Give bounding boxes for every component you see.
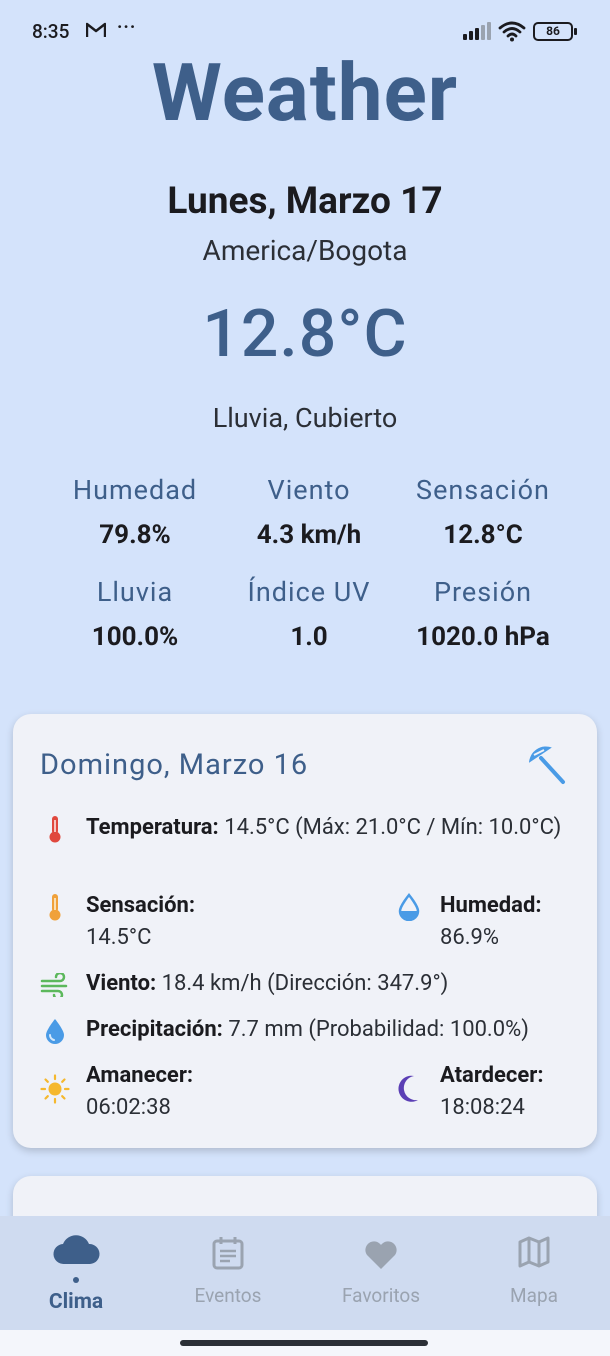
- row-sunrise: Amanecer: 06:02:38: [40, 1060, 340, 1124]
- row-sunset: Atardecer: 18:08:24: [394, 1060, 574, 1124]
- water-drop-icon: [40, 1016, 70, 1046]
- sun-icon: [40, 1074, 70, 1104]
- stat-value: 12.8°C: [443, 520, 523, 550]
- row-wind: Viento: 18.4 km/h (Dirección: 347.9°): [40, 968, 580, 1002]
- nav-label: Clima: [48, 1290, 104, 1314]
- weather-description: Lluvia, Cubierto: [212, 402, 398, 434]
- home-gesture-bar[interactable]: [180, 1340, 428, 1346]
- stat-pressure: Presión 1020.0 hPa: [396, 576, 570, 652]
- signal-icon: [463, 22, 491, 44]
- sunrise-label: Amanecer:: [86, 1063, 194, 1088]
- battery-icon: 86: [533, 22, 577, 41]
- nav-item-favoritos[interactable]: Favoritos: [305, 1216, 457, 1330]
- precipitation-label: Precipitación:: [86, 1017, 223, 1042]
- umbrella-beach-icon: [525, 744, 567, 790]
- stat-value: 1.0: [290, 622, 328, 652]
- stat-label: Presión: [433, 576, 533, 608]
- row-temperature: Temperatura: 14.5°C (Máx: 21.0°C / Mín: …: [40, 812, 580, 876]
- sunrise-value: 06:02:38: [86, 1095, 171, 1120]
- timezone: America/Bogota: [202, 234, 408, 267]
- moon-icon: [394, 1074, 424, 1104]
- current-temperature: 12.8°C: [202, 296, 408, 373]
- precipitation-value: 7.7 mm (Probabilidad: 100.0%): [228, 1017, 529, 1042]
- thermometer-icon: [40, 892, 70, 922]
- heart-icon: [364, 1240, 398, 1274]
- stat-value: 100.0%: [91, 622, 179, 652]
- stat-feels-like: Sensación 12.8°C: [396, 474, 570, 550]
- forecast-card[interactable]: Domingo, Marzo 16 Temperatura: 14.5°C (M…: [13, 714, 597, 1148]
- app-title: Weather: [151, 46, 459, 140]
- gmail-icon: [85, 22, 107, 38]
- bottom-navigation: Clima Eventos Favoritos Mapa: [0, 1216, 610, 1330]
- feels-label: Sensación:: [86, 893, 196, 918]
- calendar-icon: [212, 1236, 244, 1274]
- status-time: 8:35: [32, 20, 70, 43]
- stat-value: 4.3 km/h: [256, 520, 362, 550]
- stat-humidity: Humedad 79.8%: [48, 474, 222, 550]
- active-indicator: [73, 1277, 79, 1283]
- stat-wind: Viento 4.3 km/h: [222, 474, 396, 550]
- nav-item-eventos[interactable]: Eventos: [152, 1216, 304, 1330]
- sunset-value: 18:08:24: [440, 1095, 525, 1120]
- stat-label: Humedad: [72, 474, 198, 506]
- wind-label: Viento:: [86, 971, 157, 996]
- wind-icon: [40, 970, 70, 1000]
- wind-value: 18.4 km/h (Dirección: 347.9°): [161, 971, 449, 996]
- humidity-value: 86.9%: [440, 925, 500, 950]
- forecast-card-title: Domingo, Marzo 16: [40, 748, 309, 782]
- stat-uv-index: Índice UV 1.0: [222, 576, 396, 652]
- map-icon: [518, 1236, 550, 1272]
- stat-label: Viento: [267, 474, 351, 506]
- wifi-icon: [498, 20, 526, 46]
- row-feels-like: Sensación: 14.5°C: [40, 890, 340, 954]
- stat-label: Índice UV: [247, 576, 371, 608]
- nav-item-mapa[interactable]: Mapa: [458, 1216, 610, 1330]
- stats-grid: Humedad 79.8% Viento 4.3 km/h Sensación …: [48, 474, 570, 652]
- more-notifications-icon: ···: [117, 17, 137, 38]
- sunset-label: Atardecer:: [440, 1063, 544, 1088]
- stat-label: Lluvia: [96, 576, 174, 608]
- nav-item-clima[interactable]: Clima: [0, 1216, 152, 1330]
- temperature-label: Temperatura:: [86, 815, 219, 840]
- stat-label: Sensación: [416, 474, 550, 506]
- row-precipitation: Precipitación: 7.7 mm (Probabilidad: 100…: [40, 1014, 590, 1048]
- nav-label: Eventos: [194, 1284, 262, 1307]
- humidity-drop-icon: [394, 892, 424, 922]
- humidity-label: Humedad:: [440, 893, 542, 918]
- stat-rain: Lluvia 100.0%: [48, 576, 222, 652]
- row-humidity: Humedad: 86.9%: [394, 890, 574, 954]
- stat-value: 1020.0 hPa: [416, 622, 550, 652]
- nav-label: Favoritos: [341, 1284, 420, 1307]
- stat-value: 79.8%: [99, 520, 171, 550]
- nav-label: Mapa: [510, 1284, 558, 1307]
- current-date: Lunes, Marzo 17: [167, 180, 443, 223]
- cloud-icon: [52, 1232, 100, 1272]
- temperature-value: 14.5°C (Máx: 21.0°C / Mín: 10.0°C): [224, 815, 562, 840]
- gesture-area: [0, 1330, 610, 1356]
- feels-value: 14.5°C: [86, 925, 152, 950]
- thermometer-icon: [40, 814, 70, 844]
